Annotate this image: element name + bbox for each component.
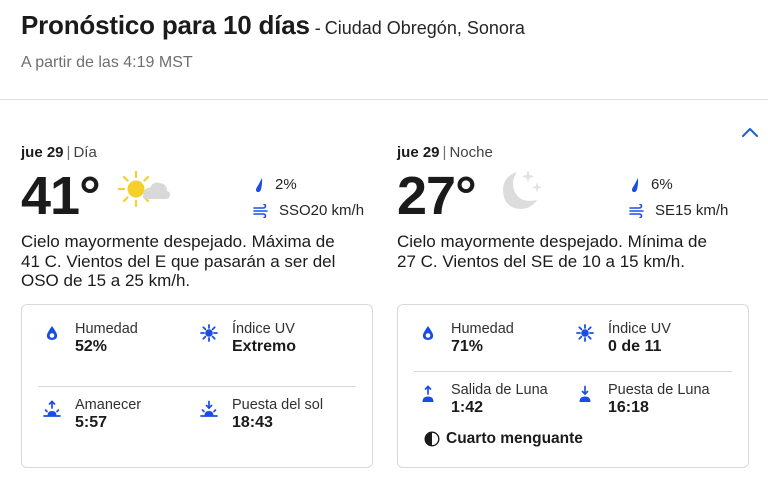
humidity-value: 52% [75, 338, 108, 355]
day-details-card: Humedad 52% Índice UV Extremo Amanecer 5… [21, 304, 373, 468]
humidity-item: Humedad 71% [417, 321, 514, 356]
moonset-label: Puesta de Luna [608, 382, 710, 398]
daypart-name: Día [73, 144, 97, 161]
details-divider [414, 371, 732, 372]
wind-info: SE15 km/h [629, 202, 728, 219]
sunrise-value: 5:57 [75, 414, 108, 431]
sunset-label: Puesta del sol [232, 397, 324, 413]
page-title: Pronóstico para 10 días [21, 10, 310, 40]
last-quarter-moon-icon [424, 431, 440, 447]
humidity-label: Humedad [451, 321, 514, 337]
page-header: Pronóstico para 10 días - Ciudad Obregón… [21, 10, 525, 41]
humidity-drop-icon [422, 326, 434, 340]
precip-value: 2% [275, 176, 297, 193]
details-divider [38, 386, 356, 387]
uv-item: Índice UV 0 de 11 [574, 321, 671, 356]
wind-value: SSO20 km/h [279, 202, 365, 219]
sunset-item: Puesta del sol 18:43 [198, 397, 323, 432]
daypart-bar: | [442, 144, 447, 161]
precip-chance: 2% [253, 176, 297, 193]
title-row: Pronóstico para 10 días - Ciudad Obregón… [21, 10, 525, 41]
sunrise-item: Amanecer 5:57 [41, 397, 141, 432]
sunset-value: 18:43 [232, 414, 273, 431]
humidity-value: 71% [451, 338, 484, 355]
header-divider [0, 99, 768, 100]
uv-sun-icon [576, 324, 594, 342]
night-narrative: Cielo mayormente despejado. Mínima de 27… [397, 232, 707, 271]
humidity-item: Humedad 52% [41, 321, 138, 356]
night-details-card: Humedad 71% Índice UV 0 de 11 Salida de … [397, 304, 749, 468]
night-temperature: 27° [397, 166, 477, 226]
clear-night-icon [503, 170, 542, 209]
moonrise-item: Salida de Luna 1:42 [417, 382, 548, 417]
title-separator: - [314, 18, 321, 38]
sunset-icon [200, 400, 218, 417]
night-forecast-panel: jue 29 | Noche 27° 6% SE15 km/h Cielo mayo… [397, 144, 749, 468]
precip-chance: 6% [629, 176, 673, 193]
moonset-item: Puesta de Luna 16:18 [574, 382, 710, 417]
mostly-sunny-icon [117, 170, 171, 208]
wind-icon [629, 203, 644, 218]
moon-phase: Cuarto menguante [424, 430, 583, 448]
uv-sun-icon [200, 324, 218, 342]
day-narrative: Cielo mayormente despejado. Máxima de 41… [21, 232, 336, 290]
daypart-heading: jue 29 | Noche [397, 144, 749, 161]
daypart-name: Noche [449, 144, 493, 161]
daypart-date: jue 29 [397, 144, 440, 161]
as-of-timestamp: A partir de las 4:19 MST [21, 54, 193, 71]
day-forecast-panel: jue 29 | Día 41° 2% SSO20 km/h Cielo may… [21, 144, 373, 468]
moonrise-value: 1:42 [451, 399, 484, 416]
daypart-date: jue 29 [21, 144, 64, 161]
daypart-bar: | [66, 144, 71, 161]
day-temperature: 41° [21, 166, 101, 226]
sunrise-label: Amanecer [75, 397, 142, 413]
uv-item: Índice UV Extremo [198, 321, 296, 356]
humidity-label: Humedad [75, 321, 138, 337]
wind-icon [253, 203, 268, 218]
uv-label: Índice UV [608, 321, 671, 337]
wind-info: SSO20 km/h [253, 202, 364, 219]
precip-value: 6% [651, 176, 673, 193]
moonset-icon [579, 385, 591, 402]
uv-label: Índice UV [232, 321, 295, 337]
moonrise-icon [422, 385, 434, 402]
moonset-value: 16:18 [608, 399, 649, 416]
humidity-drop-icon [46, 326, 58, 340]
uv-value: Extremo [232, 338, 297, 355]
sunrise-icon [43, 400, 61, 417]
daypart-heading: jue 29 | Día [21, 144, 373, 161]
moonrise-label: Salida de Luna [451, 382, 548, 398]
raindrop-icon [255, 177, 263, 192]
uv-value: 0 de 11 [608, 338, 662, 355]
raindrop-icon [631, 177, 639, 192]
wind-value: SE15 km/h [655, 202, 729, 219]
moon-phase-label: Cuarto menguante [446, 430, 583, 447]
chevron-up-icon[interactable] [739, 121, 761, 143]
location-name: Ciudad Obregón, Sonora [324, 18, 525, 38]
